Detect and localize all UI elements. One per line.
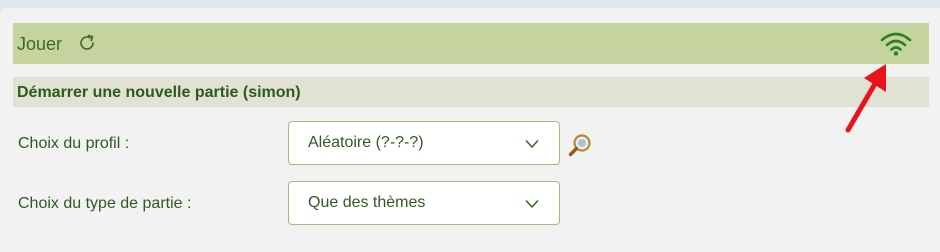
- section-header: Démarrer une nouvelle partie (simon): [13, 77, 929, 107]
- profile-select-value: Aléatoire (?-?-?): [308, 134, 424, 151]
- magnifier-icon[interactable]: [567, 132, 593, 158]
- game-type-select-value: Que des thèmes: [308, 194, 426, 211]
- refresh-icon[interactable]: [77, 33, 97, 53]
- profile-label: Choix du profil :: [18, 135, 130, 152]
- chevron-down-icon: [525, 200, 539, 208]
- annotation-arrow: [845, 64, 886, 133]
- wifi-icon[interactable]: [879, 31, 913, 57]
- header-title: Jouer: [17, 34, 63, 54]
- chevron-down-icon: [525, 140, 539, 148]
- game-type-select[interactable]: Que des thèmes: [288, 181, 560, 225]
- section-title: Démarrer une nouvelle partie (simon): [17, 84, 301, 101]
- game-type-label: Choix du type de partie :: [18, 195, 192, 212]
- play-header: Jouer: [13, 23, 929, 64]
- profile-select[interactable]: Aléatoire (?-?-?): [288, 121, 560, 165]
